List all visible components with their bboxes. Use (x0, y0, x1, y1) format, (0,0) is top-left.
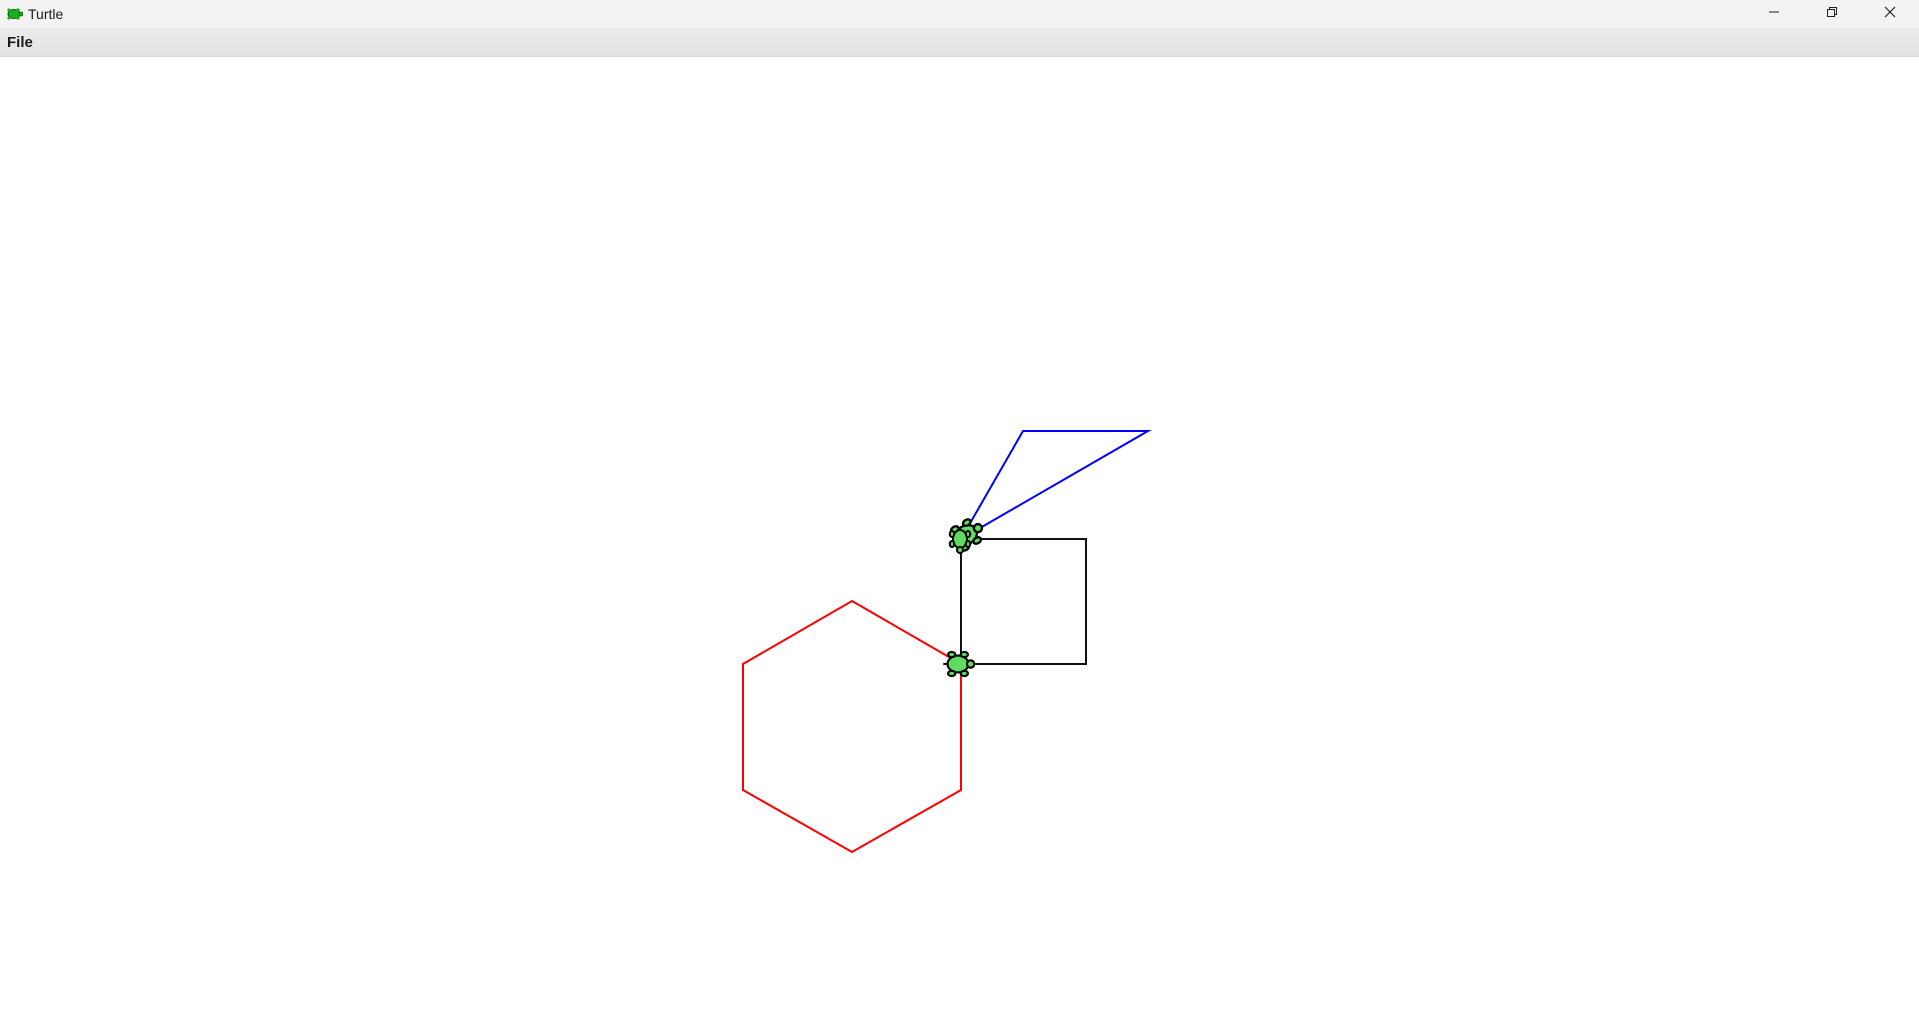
restore-button[interactable] (1803, 0, 1861, 28)
menu-bar: File (0, 28, 1919, 57)
square-shape (960, 538, 1087, 665)
triangle-shape (958, 430, 1152, 542)
close-icon (1884, 5, 1896, 23)
turtle-window: Turtle File (0, 0, 1919, 1018)
title-bar[interactable]: Turtle (0, 0, 1919, 28)
turtle-icon (5, 7, 23, 21)
hexagon-shape (742, 599, 962, 854)
menu-file[interactable]: File (7, 32, 33, 53)
window-title: Turtle (28, 6, 64, 22)
minimize-icon (1768, 5, 1780, 23)
drawing-surface (742, 430, 1152, 854)
window-controls (1745, 0, 1919, 28)
turtle-canvas[interactable] (0, 57, 1919, 1018)
close-button[interactable] (1861, 0, 1919, 28)
restore-icon (1826, 5, 1838, 23)
minimize-button[interactable] (1745, 0, 1803, 28)
turtle-cursor-bottom (943, 650, 976, 678)
